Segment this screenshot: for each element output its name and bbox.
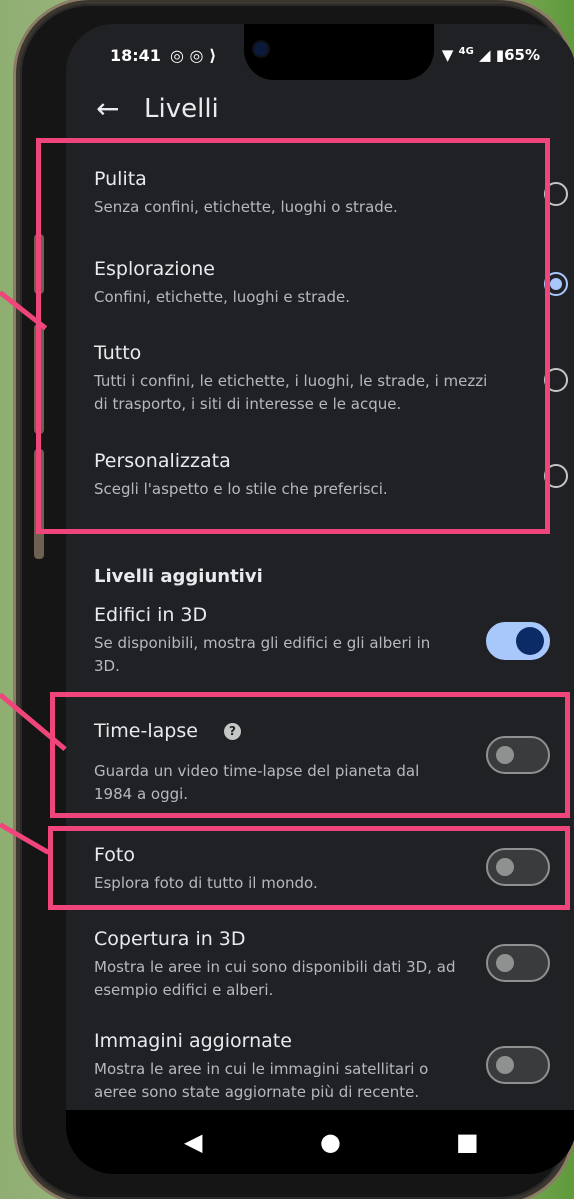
page-title: Livelli <box>144 94 219 124</box>
back-arrow-icon[interactable]: ← <box>96 92 119 125</box>
layer-subtitle: Mostra le aree in cui le immagini satell… <box>94 1060 429 1101</box>
status-time: 18:41 <box>110 46 161 65</box>
toggle-copertura-3d[interactable] <box>486 944 550 982</box>
layer-subtitle: Se disponibili, mostra gli edifici e gli… <box>94 634 431 675</box>
nav-recents-icon[interactable]: ■ <box>456 1128 479 1156</box>
status-icons: ▼ 4G ◢ ▮65% <box>442 46 540 64</box>
network-label: 4G <box>458 46 474 57</box>
signal-icon: ◢ <box>479 46 491 64</box>
layer-subtitle: Mostra le aree in cui sono disponibili d… <box>94 958 456 999</box>
toggle-knob <box>496 954 514 972</box>
toggle-knob <box>496 1056 514 1074</box>
toggle-edifici-3d[interactable] <box>486 622 550 660</box>
highlight-box-time-lapse <box>50 692 570 818</box>
toggle-immagini-aggiornate[interactable] <box>486 1046 550 1084</box>
nav-home-icon[interactable]: ● <box>320 1128 341 1156</box>
layer-immagini-aggiornate[interactable]: Immagini aggiornate Mostra le aree in cu… <box>94 1028 564 1104</box>
section-heading: Livelli aggiuntivi <box>94 566 263 587</box>
layer-title: Edifici in 3D <box>94 604 208 626</box>
app-bar: ← Livelli <box>66 86 574 138</box>
highlight-box-foto <box>48 826 570 910</box>
toggle-knob <box>516 627 544 655</box>
notification-icons: ◎ ◎ ⟩ <box>170 46 217 65</box>
battery-icon: ▮ <box>495 46 505 64</box>
layer-copertura-3d[interactable]: Copertura in 3D Mostra le aree in cui so… <box>94 926 564 1002</box>
wifi-icon: ▼ <box>441 46 454 64</box>
battery-level: 65% <box>504 46 540 64</box>
layer-edifici-3d[interactable]: Edifici in 3D Se disponibili, mostra gli… <box>94 602 564 678</box>
system-nav-bar: ◀ ● ■ <box>66 1110 574 1174</box>
dynamic-island <box>244 24 434 80</box>
highlight-box-map-types <box>36 138 550 534</box>
camera-icon <box>254 42 268 56</box>
nav-back-icon[interactable]: ◀ <box>184 1128 202 1156</box>
